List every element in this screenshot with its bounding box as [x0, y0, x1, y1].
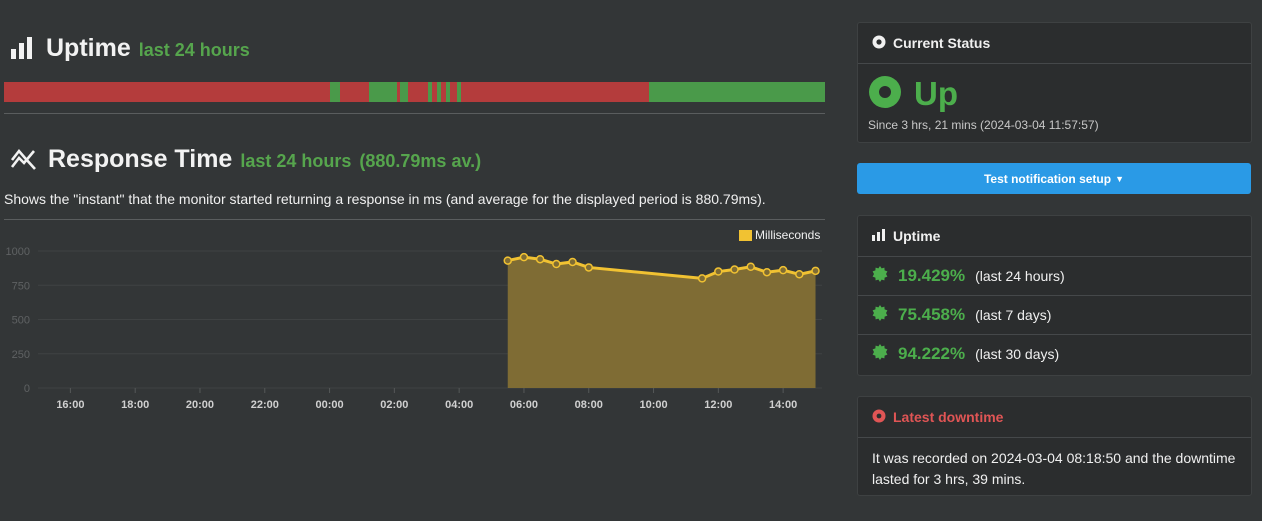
dot-circle-icon: [872, 35, 886, 52]
y-tick-label: 750: [12, 280, 30, 292]
uptime-segment-up[interactable]: [329, 82, 341, 102]
latest-downtime-heading: Latest downtime: [893, 409, 1004, 425]
data-point: [503, 256, 513, 265]
badge-check-icon: [872, 343, 888, 365]
data-point: [746, 262, 755, 272]
uptime-row: 75.458% (last 7 days): [858, 296, 1251, 335]
response-area: [507, 257, 816, 388]
latest-downtime-text: It was recorded on 2024-03-04 08:18:50 a…: [872, 450, 1236, 487]
badge-check-icon: [872, 265, 888, 287]
bar-chart-icon: [10, 37, 36, 59]
data-point: [778, 265, 788, 275]
response-description: Shows the "instant" that the monitor sta…: [4, 191, 766, 207]
data-point: [714, 267, 723, 276]
uptime-percent: 19.429%: [898, 266, 966, 285]
data-point: [552, 259, 561, 269]
uptime-segment-down[interactable]: [407, 82, 429, 102]
data-point: [519, 252, 529, 262]
uptime-period: (last 7 days): [975, 307, 1052, 323]
status-since: Since 3 hrs, 21 mins (2024-03-04 11:57:5…: [868, 118, 1099, 132]
y-tick-label: 250: [12, 349, 30, 361]
divider: [4, 113, 825, 114]
latest-downtime-card: Latest downtime It was recorded on 2024-…: [857, 396, 1252, 496]
response-time-chart[interactable]: 0 250 500 750 1000 16:00 18:00 20:00 22:00 00:00 0…: [4, 225, 825, 420]
response-period: last 24 hours: [240, 151, 352, 171]
x-tick-label: 14:00: [769, 399, 797, 411]
current-status-header: Current Status: [858, 23, 1251, 64]
response-title: Response Time: [48, 145, 233, 173]
x-tick-label: 18:00: [121, 399, 149, 411]
x-tick-label: 16:00: [56, 399, 84, 411]
x-tick-label: 22:00: [251, 399, 279, 411]
uptime-segment-down[interactable]: [461, 82, 650, 102]
status-dot-icon: [868, 75, 902, 114]
data-point: [535, 254, 545, 264]
data-point: [697, 274, 707, 283]
data-point: [811, 266, 820, 276]
uptime-history-bar[interactable]: [4, 82, 826, 102]
line-chart-icon: [10, 147, 38, 171]
x-tick-label: 12:00: [704, 399, 732, 411]
uptime-card: Uptime 19.429% (last 24 hours) 75.458% (…: [857, 215, 1252, 376]
uptime-percent: 94.222%: [898, 344, 966, 363]
x-tick-label: 00:00: [315, 399, 343, 411]
x-tick-label: 04:00: [445, 399, 473, 411]
data-point: [730, 265, 739, 274]
test-notification-label: Test notification setup: [983, 171, 1112, 186]
uptime-period: last 24 hours: [138, 40, 250, 60]
y-tick-label: 0: [24, 383, 30, 395]
uptime-card-heading: Uptime: [893, 228, 941, 244]
y-tick-label: 1000: [6, 246, 30, 258]
response-header: Response Time last 24 hours (880.79ms av…: [10, 143, 481, 174]
uptime-title: Uptime: [46, 34, 131, 62]
caret-down-icon: ▼: [1115, 173, 1125, 184]
legend-swatch: [739, 230, 752, 241]
uptime-header: Uptime last 24 hours: [10, 34, 250, 63]
badge-check-icon: [872, 304, 888, 326]
uptime-period: (last 30 days): [975, 346, 1060, 362]
uptime-row: 19.429% (last 24 hours): [858, 257, 1251, 296]
uptime-segment-down[interactable]: [339, 82, 370, 102]
x-tick-label: 20:00: [186, 399, 214, 411]
divider: [4, 219, 825, 220]
latest-downtime-header: Latest downtime: [858, 397, 1251, 438]
uptime-period: (last 24 hours): [975, 268, 1065, 284]
uptime-segment-up[interactable]: [649, 82, 826, 102]
legend-label: Milliseconds: [755, 228, 820, 242]
test-notification-button[interactable]: Test notification setup ▼: [857, 163, 1251, 194]
data-point: [584, 263, 593, 272]
current-status-card: Current Status Up Since 3 hrs, 21 mins (…: [857, 22, 1252, 143]
data-point: [762, 267, 772, 277]
uptime-segment-up[interactable]: [368, 82, 398, 102]
data-point: [795, 270, 804, 279]
uptime-card-header: Uptime: [858, 216, 1251, 257]
uptime-percent: 75.458%: [898, 305, 966, 324]
uptime-row: 94.222% (last 30 days): [858, 335, 1251, 373]
bar-chart-icon: [872, 228, 886, 244]
data-point: [568, 257, 577, 267]
response-average: (880.79ms av.): [359, 151, 482, 171]
x-tick-label: 08:00: [575, 399, 603, 411]
status-state: Up: [914, 75, 958, 112]
x-tick-label: 10:00: [639, 399, 667, 411]
x-tick-label: 06:00: [510, 399, 538, 411]
alert-circle-icon: [872, 409, 886, 426]
x-tick-label: 02:00: [380, 399, 408, 411]
y-tick-label: 500: [12, 315, 30, 327]
uptime-segment-down[interactable]: [4, 82, 331, 102]
current-status-heading: Current Status: [893, 35, 991, 51]
